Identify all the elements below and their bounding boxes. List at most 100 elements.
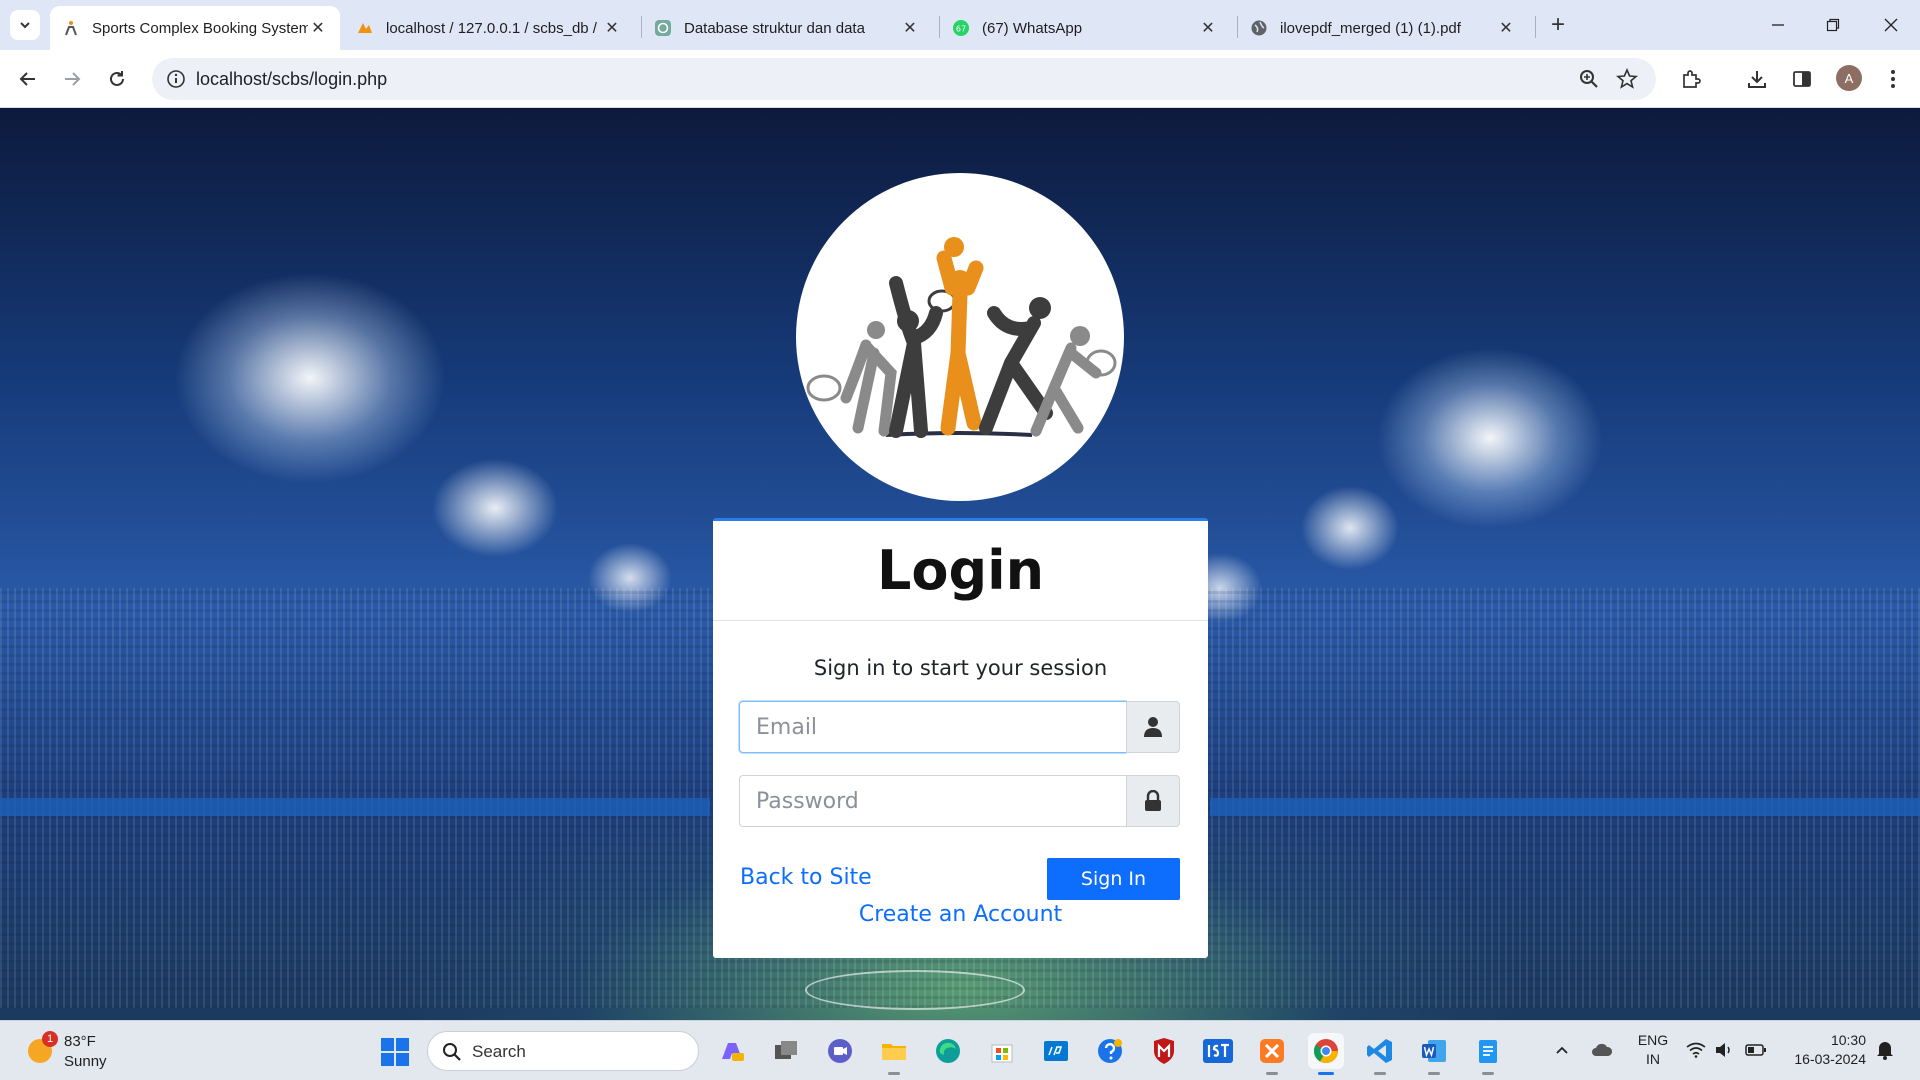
tab-whatsapp[interactable]: 67 (67) WhatsApp ✕ [940,6,1230,50]
show-hidden-icons-button[interactable] [1551,1039,1573,1061]
battery-tray[interactable] [1745,1039,1767,1061]
password-input[interactable] [739,775,1126,827]
notepad-app[interactable] [1470,1033,1506,1075]
mcafee-app[interactable] [1146,1033,1182,1069]
globe-favicon-icon [1250,19,1268,37]
shield-icon [1154,1038,1174,1064]
create-account-link[interactable]: Create an Account [713,902,1208,927]
xampp-icon [1260,1039,1284,1063]
wifi-tray[interactable] [1685,1039,1707,1061]
notifications-button[interactable] [1874,1039,1896,1061]
task-view-app[interactable] [768,1033,804,1069]
system-clock[interactable]: 10:30 16-03-2024 [1782,1031,1866,1069]
speaker-icon [1716,1043,1730,1057]
wifi-icon [1686,1042,1706,1058]
close-tab-icon[interactable]: ✕ [1496,18,1516,38]
teams-app[interactable] [822,1033,858,1069]
stadium-banner [1210,798,1920,816]
start-button[interactable] [380,1037,410,1067]
tab-sports-complex[interactable]: Sports Complex Booking System ✕ [50,6,340,50]
email-input[interactable] [739,701,1126,753]
restore-icon [1826,18,1840,32]
chevron-up-icon [1556,1046,1568,1054]
edge-app[interactable] [930,1033,966,1069]
close-tab-icon[interactable]: ✕ [308,18,328,38]
search-icon [443,1043,461,1061]
browser-menu-button[interactable] [1878,64,1908,94]
tab-title: Sports Complex Booking System [92,19,308,37]
word-app[interactable] [1416,1033,1452,1075]
windows-taskbar: 1 83°F Sunny Search ENG IN 10:30 16-03-2… [0,1020,1920,1080]
tab-title: ilovepdf_merged (1) (1).pdf [1280,19,1461,37]
tab-title: (67) WhatsApp [982,19,1083,37]
login-title: Login [876,539,1045,602]
close-tab-icon[interactable]: ✕ [1198,18,1218,38]
sign-in-button[interactable]: Sign In [1047,858,1180,900]
arrow-left-icon [19,72,35,86]
login-message: Sign in to start your session [813,656,1108,680]
close-tab-icon[interactable]: ✕ [602,18,622,38]
hp-icon [1044,1041,1068,1061]
athletes-logo-icon [806,237,1117,438]
weather-temperature: 83°F [64,1033,96,1050]
downloads-button[interactable] [1742,64,1772,94]
restore-button[interactable] [1818,10,1848,40]
ist-app[interactable] [1200,1033,1236,1069]
extensions-button[interactable] [1676,64,1706,94]
onedrive-tray[interactable] [1591,1039,1613,1061]
minimize-icon [1772,24,1784,26]
new-tab-button[interactable]: + [1544,12,1572,40]
url-text[interactable]: localhost/scbs/login.php [196,69,387,90]
cloud-icon [1592,1043,1613,1056]
phpmyadmin-favicon-icon [356,19,374,37]
zoom-icon[interactable] [1578,68,1600,90]
volume-tray[interactable] [1713,1039,1735,1061]
forward-button[interactable] [57,64,87,94]
address-bar[interactable]: localhost/scbs/login.php [152,58,1656,100]
weather-widget[interactable]: 1 83°F Sunny [24,1029,124,1073]
site-info-icon[interactable] [166,69,186,89]
whatsapp-favicon-icon: 67 [952,19,970,37]
login-card-header: Login [713,521,1208,621]
login-card: Login Sign in to start your session Back… [713,518,1208,958]
myhp-app[interactable] [1038,1033,1074,1069]
weather-condition: Sunny [64,1053,107,1070]
copilot-icon [722,1043,744,1061]
xampp-app[interactable] [1254,1033,1290,1075]
tab-phpmyadmin[interactable]: localhost / 127.0.0.1 / scbs_db / ✕ [344,6,634,50]
file-explorer-app[interactable] [876,1033,912,1075]
windows-logo-icon [381,1038,409,1066]
tab-separator [1535,16,1536,38]
vscode-app[interactable] [1362,1033,1398,1075]
close-tab-icon[interactable]: ✕ [900,18,920,38]
tab-chatgpt[interactable]: Database struktur dan data ✕ [642,6,932,50]
back-to-site-link[interactable]: Back to Site [740,865,872,890]
copilot-app[interactable] [714,1033,750,1069]
bookmark-star-icon[interactable] [1616,68,1638,90]
taskbar-search[interactable]: Search [427,1031,699,1071]
help-icon [1098,1039,1122,1063]
video-chat-icon [828,1039,852,1063]
running-indicator [1482,1072,1494,1075]
notification-badge: 1 [42,1031,58,1047]
close-icon [1884,18,1898,32]
reload-button[interactable] [102,64,132,94]
notepad-icon [1479,1040,1497,1063]
chrome-app[interactable] [1308,1033,1344,1075]
help-app[interactable] [1092,1033,1128,1069]
puzzle-icon [1683,70,1701,88]
reload-icon [110,71,124,86]
profile-avatar[interactable]: A [1836,65,1862,91]
tab-ilovepdf[interactable]: ilovepdf_merged (1) (1).pdf ✕ [1238,6,1528,50]
store-app[interactable] [984,1033,1020,1069]
stadium-banner [0,798,710,816]
minimize-button[interactable] [1763,10,1793,40]
close-window-button[interactable] [1876,10,1906,40]
more-vert-icon [1891,70,1895,88]
lock-icon [1126,775,1180,827]
tab-search-button[interactable] [10,10,40,40]
back-button[interactable] [13,64,43,94]
side-panel-button[interactable] [1787,64,1817,94]
word-icon [1422,1040,1446,1062]
language-indicator[interactable]: ENG IN [1636,1031,1670,1069]
